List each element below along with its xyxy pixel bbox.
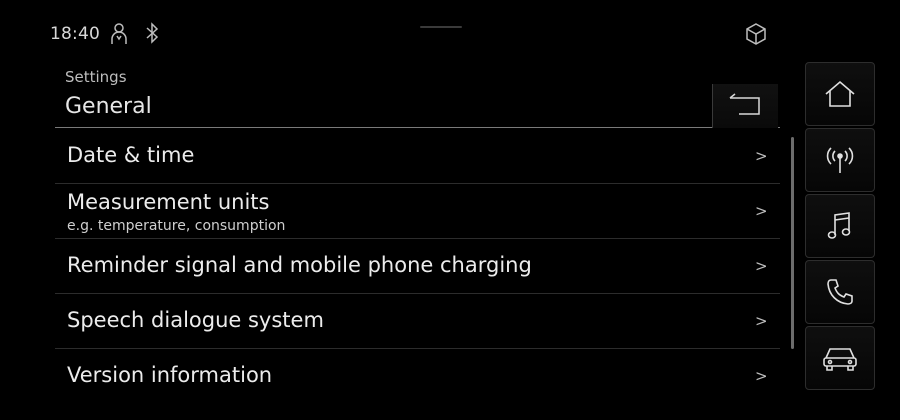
chevron-right-icon: > (755, 147, 768, 165)
chevron-right-icon: > (755, 312, 768, 330)
package-icon (745, 22, 767, 50)
radio-icon (826, 147, 854, 173)
list-item-measurement-units[interactable]: Measurement units e.g. temperature, cons… (55, 184, 780, 239)
status-bar: 18:40 (0, 0, 805, 60)
nav-media-button[interactable] (805, 194, 875, 258)
nav-radio-button[interactable] (805, 128, 875, 192)
clock: 18:40 (50, 24, 100, 44)
scrollbar[interactable] (791, 137, 794, 349)
settings-list: Date & time > Measurement units e.g. tem… (55, 129, 780, 403)
chevron-right-icon: > (755, 367, 768, 385)
list-item-reminder-signal[interactable]: Reminder signal and mobile phone chargin… (55, 239, 780, 294)
list-item-speech-dialogue[interactable]: Speech dialogue system > (55, 294, 780, 349)
phone-icon (827, 279, 853, 305)
list-item-title: Date & time (67, 143, 195, 167)
chevron-right-icon: > (755, 202, 768, 220)
car-icon (823, 348, 857, 371)
list-item-title: Reminder signal and mobile phone chargin… (67, 253, 532, 277)
list-item-title: Speech dialogue system (67, 308, 324, 332)
list-item-title: Measurement units (67, 190, 270, 214)
list-item-version-information[interactable]: Version information > (55, 349, 780, 403)
side-nav (805, 62, 875, 392)
infotainment-screen: 18:40 Settings General Date & time > Mea… (0, 0, 900, 420)
home-icon (825, 80, 855, 107)
back-button[interactable] (712, 84, 778, 128)
nav-car-button[interactable] (805, 326, 875, 390)
nav-phone-button[interactable] (805, 260, 875, 324)
drag-handle[interactable] (420, 26, 462, 28)
list-item-subtitle: e.g. temperature, consumption (67, 218, 286, 234)
music-note-icon (827, 212, 851, 239)
header-divider (55, 127, 780, 128)
back-arrow-icon (729, 93, 760, 115)
chevron-right-icon: > (755, 257, 768, 275)
bluetooth-icon (144, 22, 160, 48)
nav-home-button[interactable] (805, 62, 875, 126)
page-header: Settings General (55, 62, 780, 128)
person-icon (108, 22, 130, 50)
page-title: General (65, 94, 152, 119)
list-item-title: Version information (67, 363, 273, 387)
list-item-date-time[interactable]: Date & time > (55, 129, 780, 184)
breadcrumb[interactable]: Settings (65, 68, 127, 86)
